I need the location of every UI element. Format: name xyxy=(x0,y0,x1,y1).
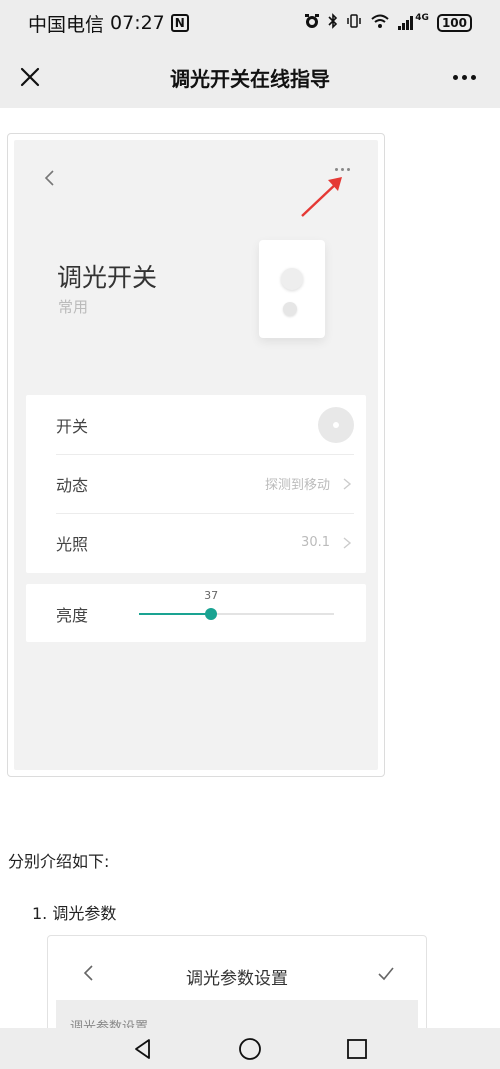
close-button[interactable] xyxy=(14,61,46,93)
circle-home-icon xyxy=(239,1037,261,1060)
more-button[interactable] xyxy=(446,61,482,93)
status-bar: 中国电信 07:27 N 4G 100 xyxy=(0,0,500,46)
switch-label: 开关 xyxy=(56,416,89,436)
triangle-back-icon xyxy=(135,1038,151,1059)
signal-icon xyxy=(398,16,414,30)
bluetooth-icon xyxy=(328,13,338,33)
brightness-card: 亮度 37 xyxy=(26,584,366,642)
nav-recent-button[interactable] xyxy=(342,1034,372,1064)
square-recent-icon xyxy=(346,1038,367,1059)
chevron-left-icon xyxy=(44,170,54,186)
status-right: 4G 100 xyxy=(304,13,472,33)
illuminance-row: 光照 30.1 xyxy=(26,513,366,572)
page-title: 调光开关在线指导 xyxy=(170,66,330,91)
status-left: 中国电信 07:27 N xyxy=(28,10,189,37)
title-bar: 调光开关在线指导 xyxy=(0,46,500,108)
dimmer-switch-image xyxy=(259,240,325,338)
brightness-slider-thumb xyxy=(205,608,218,620)
more-icon-dot xyxy=(470,74,476,80)
device-screenshot: 调光开关 常用 开关 动态 探测到移动 光照 30.1 亮度 37 xyxy=(7,133,385,777)
alarm-icon xyxy=(304,13,320,33)
more-icon-dot xyxy=(461,74,467,80)
network-type-label: 4G xyxy=(415,13,429,23)
carrier-label: 中国电信 xyxy=(28,13,105,36)
brightness-slider: 37 xyxy=(139,589,334,620)
check-icon xyxy=(378,967,394,981)
vibrate-icon xyxy=(346,13,362,33)
device-name: 调光开关 xyxy=(57,263,158,292)
more-icon-dot xyxy=(452,74,458,80)
device-subtitle: 常用 xyxy=(58,298,89,316)
settings-section-header: 调光参数设置 xyxy=(56,1000,418,1028)
brightness-value: 37 xyxy=(204,589,219,602)
brightness-label: 亮度 xyxy=(56,605,89,625)
device-status-card: 开关 动态 探测到移动 光照 30.1 xyxy=(26,395,366,573)
annotation-arrow-icon xyxy=(301,177,342,217)
settings-title: 调光参数设置 xyxy=(186,969,288,989)
settings-screenshot: 调光参数设置 调光参数设置 xyxy=(47,935,427,1028)
power-toggle-icon xyxy=(318,406,354,443)
device-screen: 调光开关 常用 开关 动态 探测到移动 光照 30.1 亮度 37 xyxy=(14,140,378,770)
brightness-row: 亮度 37 xyxy=(26,584,366,643)
motion-label: 动态 xyxy=(56,475,89,495)
close-icon xyxy=(20,67,40,87)
switch-row: 开关 xyxy=(26,395,366,454)
illuminance-value: 30.1 xyxy=(301,535,330,550)
system-nav-bar xyxy=(0,1028,500,1069)
battery-icon: 100 xyxy=(436,14,472,32)
list-item-dimming-params: 1. 调光参数 xyxy=(32,904,117,923)
nfc-icon: N xyxy=(170,14,189,32)
illuminance-label: 光照 xyxy=(56,534,89,554)
intro-text: 分别介绍如下: xyxy=(8,852,110,871)
clock: 07:27 xyxy=(110,12,165,34)
article-content[interactable]: 调光开关 常用 开关 动态 探测到移动 光照 30.1 亮度 37 分别介绍如下… xyxy=(0,108,500,1028)
device-more-icon xyxy=(335,168,350,171)
chevron-right-icon xyxy=(343,536,352,549)
nav-back-button[interactable] xyxy=(128,1034,158,1064)
brightness-slider-fill xyxy=(139,613,212,615)
chevron-right-icon xyxy=(343,477,352,490)
motion-value: 探测到移动 xyxy=(264,478,330,493)
battery-level: 100 xyxy=(441,16,467,30)
nav-home-button[interactable] xyxy=(235,1034,265,1064)
motion-row: 动态 探测到移动 xyxy=(26,454,366,513)
wifi-icon xyxy=(370,13,390,33)
